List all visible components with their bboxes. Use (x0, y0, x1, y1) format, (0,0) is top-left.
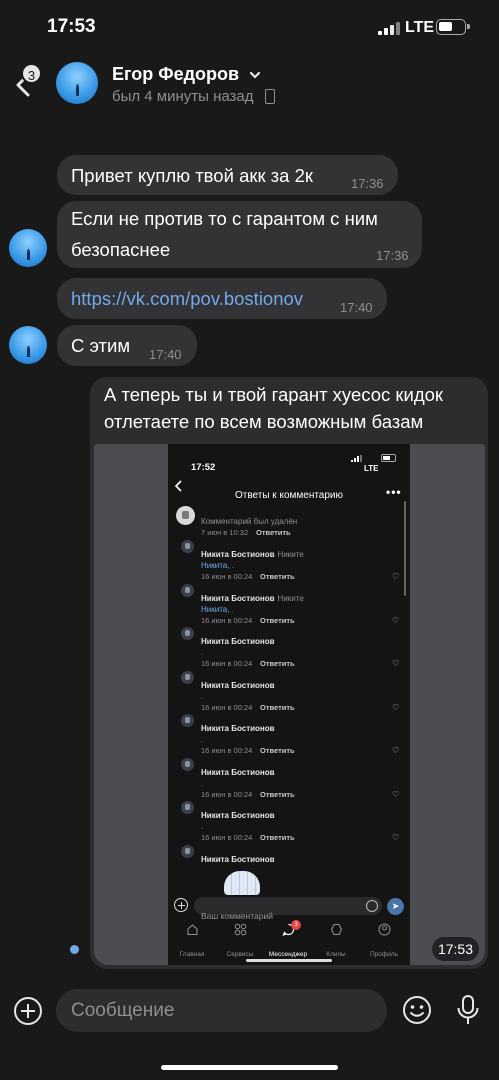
unread-count-badge: 3 (21, 63, 42, 84)
reply-to: Никите (277, 550, 304, 559)
inner-scrollbar (404, 501, 406, 596)
inner-comment: Никита Бостионов. 16 июн в 00:24 Ответить ♡ (168, 623, 410, 668)
tab-label: Профиль (369, 951, 399, 958)
message-text: Если не против то с гарантом с ним безоп… (71, 208, 378, 260)
message-text: Привет куплю твой акк за 2к (71, 165, 313, 186)
home-indicator (161, 1065, 338, 1070)
message-bubble[interactable]: https://vk.com/pov.bostionov 17:40 (57, 278, 387, 319)
microphone-icon[interactable] (455, 994, 481, 1026)
inner-comment: Никита Бостионов. 16 июн в 00:24 Ответить ♡ (168, 797, 410, 842)
inner-comment: Никита Бостионов (168, 841, 410, 881)
commenter-avatar (181, 801, 194, 814)
sender-avatar[interactable] (9, 229, 47, 267)
status-time: 17:53 (47, 16, 96, 37)
inner-emoji-icon (366, 900, 378, 912)
message-bubble[interactable]: С этим 17:40 (57, 325, 197, 366)
battery-icon (436, 19, 470, 35)
author-name: Никита Бостионов (201, 724, 275, 733)
outgoing-message-bubble[interactable]: А теперь ты и твой гарант хуесос кидок о… (90, 377, 488, 969)
message-bubble[interactable]: Если не против то с гарантом с ним безоп… (57, 201, 422, 268)
inner-comment-input: Ваш комментарий (194, 897, 382, 921)
comment-author: Никита Бостионов (201, 844, 275, 875)
attach-plus-icon[interactable] (14, 997, 42, 1025)
author-name: Никита Бостионов (201, 680, 275, 690)
commenter-avatar (181, 583, 194, 597)
message-text: А теперь ты и твой гарант хуесос кидок о… (104, 384, 444, 432)
author-name: Никита Бостионов (201, 637, 275, 646)
commenter-avatar (181, 757, 194, 771)
tab-badge: 3 (291, 920, 301, 930)
tab-label: Клипы (326, 951, 346, 958)
screenshot-image: 17:52 LTE Ответы к комментарию ••• Комме… (168, 444, 410, 965)
mobile-device-icon (265, 89, 275, 104)
inner-status-time: 17:52 (191, 462, 216, 473)
inner-send-icon: ➤ (387, 898, 404, 915)
emoji-icon[interactable] (402, 995, 432, 1025)
deleted-avatar-icon (176, 506, 195, 525)
inner-tab-home: Главная (168, 923, 216, 965)
reply-to: Никите (277, 593, 304, 603)
message-time: 17:40 (149, 347, 182, 362)
inner-comment: Никита Бостионов. 16 июн в 00:24 Ответить ♡ (168, 754, 410, 799)
author-name: Никита Бостионов (201, 854, 275, 864)
contact-avatar[interactable] (56, 62, 98, 104)
contact-name[interactable]: Егор Федоров (112, 64, 239, 85)
inner-comment: Никита Бостионов Никите Никита, . 16 июн в … (168, 580, 410, 625)
inner-comment-composer: Ваш комментарий ➤ (168, 895, 410, 921)
inner-plus-icon (174, 898, 188, 912)
commenter-avatar (181, 844, 194, 858)
tab-label: Главная (179, 951, 205, 958)
inner-tab-profile: Профиль (360, 923, 408, 965)
inner-home-indicator (246, 959, 332, 962)
inner-comment: Никита Бостионов. 16 июн в 00:24 Ответить ♡ (168, 710, 410, 755)
tab-label: Сервисы (226, 951, 254, 958)
message-time: 17:40 (340, 300, 373, 315)
home-icon (186, 924, 198, 936)
message-time: 17:36 (351, 176, 384, 191)
commenter-avatar (181, 540, 194, 553)
network-label: LTE (405, 19, 435, 36)
commenter-avatar (181, 714, 194, 727)
profile-icon (378, 923, 390, 936)
contact-status: был 4 минуты назад (112, 88, 254, 105)
message-bubble[interactable]: Привет куплю твой акк за 2к 17:36 (57, 155, 398, 195)
inner-battery-icon (381, 454, 396, 462)
commenter-avatar (181, 670, 194, 684)
message-link[interactable]: https://vk.com/pov.bostionov (71, 288, 303, 309)
inner-comment: Никита Бостионов Никите Никита, . 16 июн в … (168, 536, 410, 581)
signal-icon (378, 22, 400, 35)
inner-signal-icon (351, 455, 362, 462)
hand-sticker (224, 871, 260, 895)
author-name: Никита Бостионов (201, 767, 275, 777)
author-name: Никита Бостионов (201, 811, 275, 820)
chevron-down-icon[interactable] (248, 68, 262, 82)
unread-indicator (70, 945, 79, 954)
message-time: 17:53 (432, 937, 479, 961)
message-input[interactable]: Сообщение (56, 989, 387, 1032)
message-time: 17:36 (376, 248, 409, 263)
grid-icon (234, 923, 246, 936)
attached-photo[interactable]: 17:52 LTE Ответы к комментарию ••• Комме… (94, 444, 485, 965)
message-text: С этим (71, 335, 131, 356)
clips-icon (330, 923, 342, 936)
sender-avatar[interactable] (9, 326, 47, 364)
tab-label: Мессенджер (268, 951, 308, 958)
inner-comment: Никита Бостионов. 16 июн в 00:24 Ответить ♡ (168, 667, 410, 712)
commenter-avatar (181, 627, 194, 640)
